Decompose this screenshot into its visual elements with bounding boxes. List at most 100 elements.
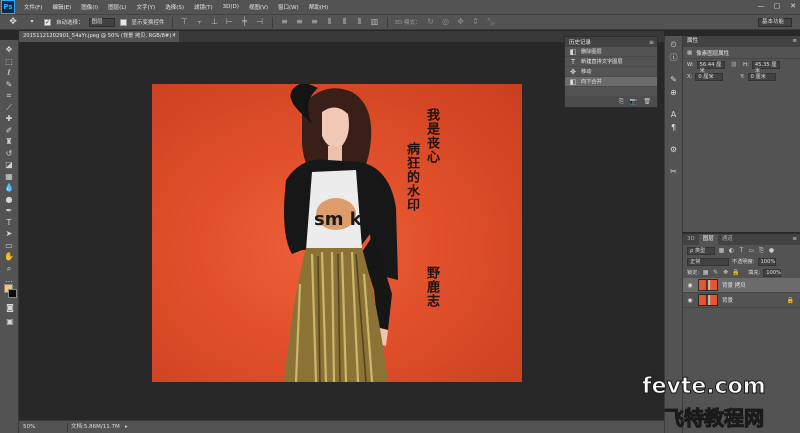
- menu-select[interactable]: 选择(S): [160, 3, 189, 11]
- history-item[interactable]: ◧ 删除图层: [565, 47, 657, 57]
- shape-filter-icon[interactable]: ▭: [748, 247, 755, 254]
- document-tab[interactable]: 20151121202901_54aYr.jpeg @ 50% (背景 拷贝, …: [19, 31, 179, 42]
- align-left-icon[interactable]: ⊢: [225, 17, 235, 27]
- visibility-eye-icon[interactable]: ◉: [685, 297, 695, 304]
- screen-mode-icon[interactable]: ▣: [3, 316, 17, 328]
- height-field[interactable]: 45.35 厘米: [751, 61, 780, 74]
- menu-layer[interactable]: 图层(L): [103, 3, 131, 11]
- history-item[interactable]: ✥ 移动: [565, 67, 657, 77]
- type-filter-icon[interactable]: T: [738, 247, 745, 254]
- brush-icon[interactable]: ✐: [2, 125, 16, 137]
- align-vcenter-icon[interactable]: ⫟: [195, 17, 205, 27]
- auto-align-icon[interactable]: ▥: [370, 17, 380, 27]
- y-field[interactable]: 0 厘米: [747, 73, 776, 81]
- new-document-icon[interactable]: ⎘: [619, 98, 624, 106]
- marquee-icon[interactable]: ⬚: [2, 56, 16, 68]
- menu-file[interactable]: 文件(F): [19, 3, 47, 11]
- healing-icon[interactable]: ✚: [2, 113, 16, 125]
- tool-preset-icon[interactable]: ▾: [25, 16, 39, 28]
- menu-window[interactable]: 窗口(W): [273, 3, 304, 11]
- character-panel-icon[interactable]: A: [668, 110, 680, 120]
- clone-source-icon[interactable]: ⊕: [668, 88, 680, 98]
- type-icon[interactable]: T: [2, 217, 16, 229]
- 3d-roll-icon[interactable]: ◎: [441, 17, 451, 27]
- tool-presets-icon[interactable]: ✂: [668, 167, 680, 177]
- adjustment-filter-icon[interactable]: ◐: [728, 247, 735, 254]
- menu-image[interactable]: 图像(I): [76, 3, 103, 11]
- panel-collapse-icon[interactable]: ≡: [792, 36, 797, 47]
- layer-row[interactable]: ◉ 背景 拷贝: [683, 278, 800, 293]
- dodge-icon[interactable]: ●: [2, 194, 16, 206]
- tab-close-icon[interactable]: ×: [172, 31, 176, 42]
- lock-all-icon[interactable]: 🔒: [732, 269, 739, 276]
- brush-panel-icon[interactable]: ✎: [668, 75, 680, 85]
- lock-transparent-icon[interactable]: ▦: [702, 269, 709, 276]
- auto-select-checkbox[interactable]: [44, 18, 51, 26]
- panel-menu-icon[interactable]: ≡: [792, 234, 797, 245]
- hand-icon[interactable]: ✋: [2, 251, 16, 263]
- distribute-top-icon[interactable]: ≡: [280, 17, 290, 27]
- x-field[interactable]: 0 厘米: [695, 73, 724, 81]
- history-panel-title[interactable]: 历史记录: [569, 38, 591, 46]
- fill-field[interactable]: 100%: [763, 268, 782, 277]
- show-transform-checkbox[interactable]: [119, 18, 127, 26]
- align-right-icon[interactable]: ⊣: [255, 17, 265, 27]
- pixel-filter-icon[interactable]: ▦: [718, 247, 725, 254]
- link-icon[interactable]: ⛓: [731, 62, 738, 68]
- shape-icon[interactable]: ▭: [2, 240, 16, 252]
- smart-object-filter-icon[interactable]: ⎘: [758, 247, 765, 254]
- close-button[interactable]: ✕: [788, 2, 798, 11]
- filter-toggle-icon[interactable]: ●: [768, 247, 775, 254]
- history-item[interactable]: T 新建直排文字图层: [565, 57, 657, 67]
- status-arrow-icon[interactable]: ▸: [125, 424, 128, 430]
- align-bottom-icon[interactable]: ⊥: [210, 17, 220, 27]
- background-color-swatch[interactable]: [8, 289, 17, 298]
- distribute-right-icon[interactable]: ⦀: [355, 17, 365, 27]
- blend-mode-dropdown[interactable]: 正常: [687, 257, 729, 266]
- width-field[interactable]: 56.44 厘米: [696, 61, 725, 74]
- panel-menu-icon[interactable]: ≡: [649, 39, 654, 46]
- layer-row[interactable]: ◉ 背景 🔒: [683, 293, 800, 308]
- opacity-field[interactable]: 100%: [757, 257, 776, 266]
- lock-position-icon[interactable]: ✥: [722, 269, 729, 276]
- 3d-slide-icon[interactable]: ⇕: [471, 17, 481, 27]
- 3d-drag-icon[interactable]: ✥: [456, 17, 466, 27]
- snapshot-icon[interactable]: 📷: [630, 98, 637, 105]
- stamp-icon[interactable]: ♜: [2, 136, 16, 148]
- distribute-left-icon[interactable]: ⦀: [325, 17, 335, 27]
- minimize-button[interactable]: —: [756, 2, 766, 11]
- gradient-icon[interactable]: ▦: [2, 171, 16, 183]
- move-tool-icon[interactable]: ✥: [6, 16, 20, 28]
- align-top-icon[interactable]: ⊤: [180, 17, 190, 27]
- info-panel-icon[interactable]: ⓘ: [668, 53, 680, 63]
- 3d-rotate-icon[interactable]: ↻: [426, 17, 436, 27]
- blur-icon[interactable]: 💧: [2, 182, 16, 194]
- maximize-button[interactable]: ▢: [772, 2, 782, 11]
- menu-help[interactable]: 帮助(H): [304, 3, 333, 11]
- menu-filter[interactable]: 滤镜(T): [189, 3, 218, 11]
- pen-icon[interactable]: ✒: [2, 205, 16, 217]
- workspace-switcher[interactable]: 基本功能: [758, 18, 792, 27]
- menu-view[interactable]: 视图(V): [244, 3, 273, 11]
- lasso-icon[interactable]: ℓ: [2, 67, 16, 79]
- history-panel-icon[interactable]: ⏲: [668, 40, 680, 50]
- tab-3d[interactable]: 3D: [683, 234, 699, 245]
- align-hcenter-icon[interactable]: ╪: [240, 17, 250, 27]
- distribute-hcenter-icon[interactable]: ⦀: [340, 17, 350, 27]
- menu-edit[interactable]: 编辑(E): [47, 3, 76, 11]
- tab-layers[interactable]: 图层: [698, 234, 718, 245]
- delete-icon[interactable]: 🗑: [643, 98, 651, 105]
- quick-mask-icon[interactable]: ◙: [3, 302, 17, 314]
- document-canvas[interactable]: sm k 我是丧心 病狂的水印 野鹿志: [152, 84, 522, 382]
- distribute-bottom-icon[interactable]: ≡: [310, 17, 320, 27]
- layer-name[interactable]: 背景: [722, 296, 733, 304]
- auto-select-dropdown[interactable]: 图层: [88, 17, 115, 27]
- eraser-icon[interactable]: ◪: [2, 159, 16, 171]
- layer-name[interactable]: 背景 拷贝: [722, 281, 746, 289]
- paragraph-panel-icon[interactable]: ¶: [668, 123, 680, 133]
- zoom-icon[interactable]: ⌕: [2, 263, 16, 275]
- glyphs-panel-icon[interactable]: ⚙: [668, 145, 680, 155]
- 3d-scale-icon[interactable]: ⤡: [486, 17, 496, 27]
- zoom-level[interactable]: 50%: [19, 424, 41, 430]
- crop-icon[interactable]: ⌗: [2, 90, 16, 102]
